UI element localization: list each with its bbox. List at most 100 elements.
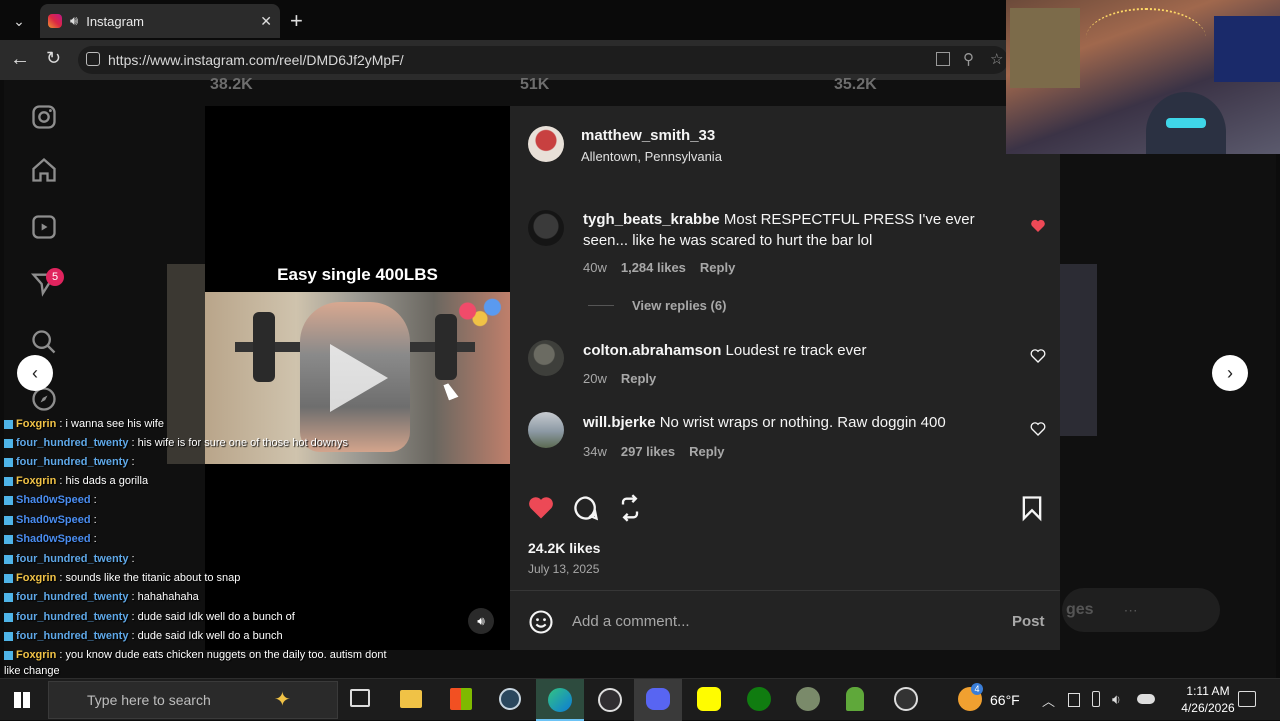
chess-icon[interactable] (846, 687, 864, 711)
battery-icon[interactable] (1092, 691, 1100, 707)
commenter-avatar[interactable] (528, 340, 564, 376)
emoji-icon[interactable] (527, 608, 555, 636)
chat-message: four_hundred_twenty : (4, 553, 135, 565)
zoom-icon[interactable]: ⚲ (963, 50, 974, 68)
chat-username[interactable]: four_hundred_twenty (16, 630, 128, 642)
next-reel-button[interactable]: › (1212, 355, 1248, 391)
chat-username[interactable]: Foxgrin (16, 649, 56, 661)
tray-chevron-up-icon[interactable]: ︿ (1042, 691, 1055, 710)
post-comment-button[interactable]: Post (1012, 613, 1045, 630)
store-icon[interactable] (450, 688, 472, 710)
onedrive-cloud-icon[interactable] (1137, 694, 1155, 704)
notifications-icon[interactable] (1238, 691, 1256, 707)
close-tab-icon[interactable]: ✕ (260, 13, 272, 30)
volume-icon[interactable]: 🔉︎ (1112, 691, 1121, 708)
reply-button[interactable]: Reply (689, 444, 724, 459)
back-arrow-icon[interactable]: ← (10, 48, 30, 71)
xbox-icon[interactable] (747, 687, 771, 711)
chat-username[interactable]: four_hundred_twenty (16, 591, 128, 603)
previous-reel-button[interactable]: ‹ (17, 355, 53, 391)
author-username[interactable]: matthew_smith_33 (581, 127, 715, 144)
reply-button[interactable]: Reply (700, 260, 735, 275)
site-info-icon[interactable] (86, 52, 100, 66)
heart-outline-icon[interactable] (1030, 421, 1046, 437)
start-windows-icon[interactable] (14, 692, 30, 708)
weight-plate (253, 312, 275, 382)
favorite-star-icon[interactable]: ☆ (990, 50, 1003, 68)
chat-badge-icon (4, 592, 13, 602)
chat-badge-icon (4, 631, 13, 641)
chat-username[interactable]: four_hundred_twenty (16, 611, 128, 623)
comment-username[interactable]: will.bjerke (583, 414, 656, 431)
chat-username[interactable]: four_hundred_twenty (16, 437, 128, 449)
chat-text: : (93, 514, 97, 526)
commenter-avatar[interactable] (528, 210, 564, 246)
comment-username[interactable]: tygh_beats_krabbe (583, 211, 720, 228)
comment-body: will.bjerke No wrist wraps or nothing. R… (583, 412, 1003, 433)
reels-icon[interactable] (30, 213, 58, 241)
chat-username[interactable]: Foxgrin (16, 418, 56, 430)
clock-time[interactable]: 1:11 AM (1168, 684, 1248, 698)
home-icon[interactable] (30, 156, 58, 184)
comment-like-count[interactable]: 297 likes (621, 444, 675, 459)
author-avatar[interactable] (528, 126, 564, 162)
comment-body: colton.abrahamson Loudest re track ever (583, 340, 1003, 361)
chat-message: Shad0wSpeed : (4, 533, 97, 545)
task-view-icon[interactable] (350, 689, 370, 707)
recording-app-icon[interactable] (894, 687, 918, 711)
comment-divider (510, 590, 1060, 591)
tab-title: Instagram (86, 13, 145, 29)
chat-text: : his dads a gorilla (59, 475, 149, 487)
file-explorer-icon[interactable] (400, 690, 422, 708)
chat-username[interactable]: Shad0wSpeed (16, 533, 91, 545)
browser-tab[interactable]: 🔊︎ Instagram ✕ (40, 4, 280, 38)
chat-message: Shad0wSpeed : (4, 514, 97, 526)
video-caption-overlay: Easy single 400LBS (277, 265, 438, 284)
comment-input[interactable]: Add a comment... (572, 613, 992, 630)
steam-icon[interactable] (499, 688, 521, 710)
post-location[interactable]: Allentown, Pennsylvania (581, 149, 722, 164)
chat-badge-icon (4, 573, 13, 583)
app-available-icon[interactable] (936, 52, 950, 66)
likes-count[interactable]: 24.2K likes (528, 540, 600, 556)
obs-icon[interactable] (598, 688, 622, 712)
comment-age: 20w (583, 371, 607, 386)
chevron-right-icon: › (1227, 362, 1233, 383)
save-bookmark-icon[interactable] (1018, 494, 1046, 522)
weather-temperature[interactable]: 66°F (990, 692, 1020, 708)
url-input[interactable]: https://www.instagram.com/reel/DMD6Jf2yM… (78, 46, 1008, 74)
chat-message: four_hundred_twenty : his wife is for su… (4, 437, 348, 449)
chat-username[interactable]: four_hundred_twenty (16, 553, 128, 565)
speaker-icon[interactable]: 🔊︎ (70, 13, 78, 29)
comment-like-count[interactable]: 1,284 likes (621, 260, 686, 275)
instagram-logo-icon[interactable] (30, 103, 58, 131)
share-icon[interactable] (616, 494, 644, 522)
heart-outline-icon[interactable] (1030, 348, 1046, 364)
liked-heart-icon[interactable] (1030, 218, 1046, 234)
comment-username[interactable]: colton.abrahamson (583, 342, 721, 359)
chat-username[interactable]: Shad0wSpeed (16, 514, 91, 526)
chat-username[interactable]: four_hundred_twenty (16, 456, 128, 468)
background-pages-button[interactable]: ges ⋯ (1062, 588, 1220, 632)
comment-icon[interactable] (572, 494, 600, 522)
game-app-icon[interactable] (796, 687, 820, 711)
commenter-avatar[interactable] (528, 412, 564, 448)
snapchat-icon[interactable] (697, 687, 721, 711)
tab-list-button[interactable]: ⌄ (8, 10, 30, 32)
reply-button[interactable]: Reply (621, 371, 656, 386)
view-replies-button[interactable]: View replies (6) (632, 298, 726, 313)
chat-username[interactable]: Foxgrin (16, 475, 56, 487)
chat-text: : (131, 456, 135, 468)
tray-device-icon[interactable] (1068, 693, 1080, 707)
taskbar-search-box[interactable]: Type here to search (48, 681, 338, 719)
like-heart-icon[interactable] (527, 494, 555, 522)
mute-toggle-button[interactable]: 🔊︎ (468, 608, 494, 634)
chat-username[interactable]: Shad0wSpeed (16, 494, 91, 506)
new-tab-button[interactable]: + (290, 8, 303, 34)
play-icon[interactable] (330, 344, 388, 412)
discord-icon[interactable] (634, 679, 682, 721)
edge-browser-icon[interactable] (536, 679, 584, 721)
chat-username[interactable]: Foxgrin (16, 572, 56, 584)
reload-icon[interactable]: ↻ (46, 48, 61, 69)
search-icon[interactable] (30, 328, 58, 356)
